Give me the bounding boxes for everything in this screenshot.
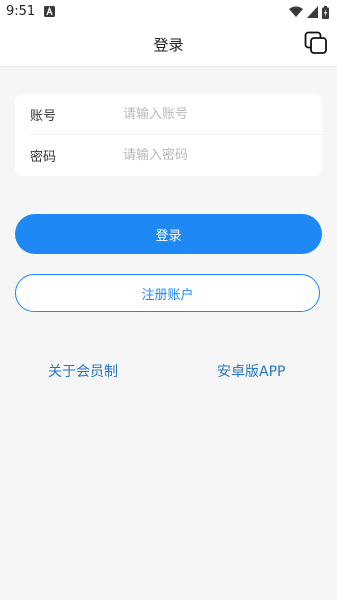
password-row: 密码	[30, 135, 322, 175]
about-membership-link[interactable]: 关于会员制	[48, 361, 118, 381]
password-label: 密码	[30, 149, 57, 165]
account-row: 账号	[30, 94, 322, 135]
navigation-bar: 登录	[0, 24, 337, 67]
battery-charging-icon	[322, 5, 329, 19]
signal-icon	[307, 6, 318, 18]
register-button[interactable]: 注册账户	[15, 274, 320, 312]
page-title: 登录	[153, 36, 184, 54]
password-input[interactable]	[123, 147, 322, 163]
account-label: 账号	[30, 108, 57, 124]
login-form-card: 账号 密码	[15, 94, 322, 176]
login-button[interactable]: 登录	[15, 214, 322, 254]
wifi-icon	[289, 6, 303, 17]
account-input[interactable]	[123, 106, 322, 122]
status-bar: 9:51	[0, 0, 337, 24]
status-time: 9:51	[6, 4, 36, 19]
copy-icon[interactable]	[304, 31, 328, 55]
android-app-link[interactable]: 安卓版APP	[217, 361, 285, 381]
status-icons	[289, 5, 329, 19]
a-notification-icon	[44, 6, 55, 17]
